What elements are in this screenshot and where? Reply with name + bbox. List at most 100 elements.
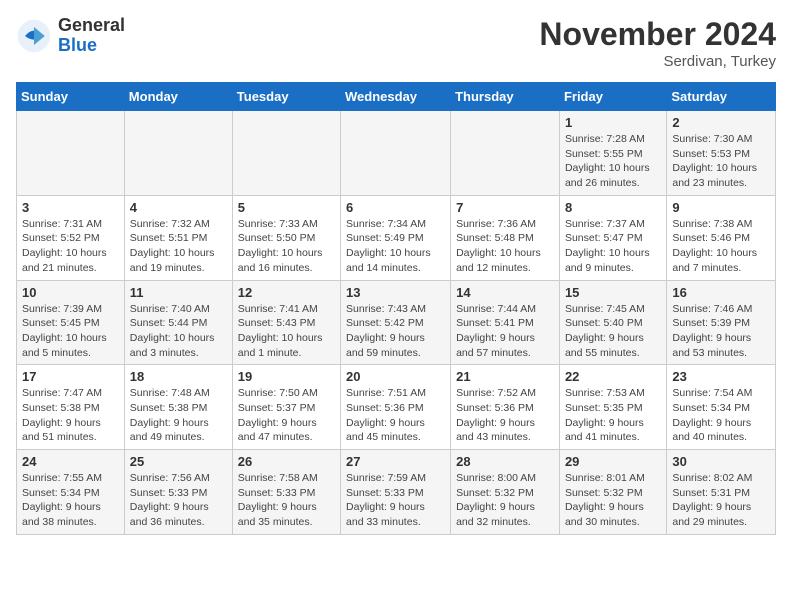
page-header: General Blue November 2024 Serdivan, Tur… [16, 16, 776, 70]
calendar-cell: 13 Sunrise: 7:43 AM Sunset: 5:42 PM Dayli… [341, 280, 451, 365]
calendar-cell: 29 Sunrise: 8:01 AM Sunset: 5:32 PM Dayli… [559, 450, 666, 535]
day-number: 16 [672, 285, 770, 300]
day-number: 26 [238, 454, 335, 469]
calendar-cell: 5 Sunrise: 7:33 AM Sunset: 5:50 PM Daylig… [232, 195, 340, 280]
calendar-cell: 11 Sunrise: 7:40 AM Sunset: 5:44 PM Dayli… [124, 280, 232, 365]
day-number: 23 [672, 369, 770, 384]
day-info: Sunrise: 7:39 AM Sunset: 5:45 PM Dayligh… [22, 302, 119, 361]
calendar-cell: 17Sunrise: 7:47 AM Sunset: 5:38 PM Dayli… [17, 365, 125, 450]
day-info: Sunrise: 8:01 AM Sunset: 5:32 PM Dayligh… [565, 471, 661, 530]
calendar-cell: 21 Sunrise: 7:52 AM Sunset: 5:36 PM Dayli… [451, 365, 560, 450]
logo-icon [16, 18, 52, 54]
day-number: 5 [238, 200, 335, 215]
day-number: 1 [565, 115, 661, 130]
day-number: 8 [565, 200, 661, 215]
calendar-week-row: 3 Sunrise: 7:31 AM Sunset: 5:52 PM Daylig… [17, 195, 776, 280]
day-number: 20 [346, 369, 445, 384]
calendar-table: SundayMondayTuesdayWednesdayThursdayFrid… [16, 82, 776, 535]
logo: General Blue [16, 16, 125, 56]
calendar-cell: 2Sunrise: 7:30 AM Sunset: 5:53 PM Daylig… [667, 111, 776, 196]
day-info: Sunrise: 7:34 AM Sunset: 5:49 PM Dayligh… [346, 217, 445, 276]
day-number: 19 [238, 369, 335, 384]
day-number: 15 [565, 285, 661, 300]
calendar-cell: 16 Sunrise: 7:46 AM Sunset: 5:39 PM Dayli… [667, 280, 776, 365]
day-info: Sunrise: 7:52 AM Sunset: 5:36 PM Dayligh… [456, 386, 554, 445]
calendar-cell: 10 Sunrise: 7:39 AM Sunset: 5:45 PM Dayli… [17, 280, 125, 365]
weekday-header-saturday: Saturday [667, 83, 776, 111]
day-info: Sunrise: 8:02 AM Sunset: 5:31 PM Dayligh… [672, 471, 770, 530]
day-info: Sunrise: 7:56 AM Sunset: 5:33 PM Dayligh… [130, 471, 227, 530]
weekday-header-tuesday: Tuesday [232, 83, 340, 111]
day-info: Sunrise: 8:00 AM Sunset: 5:32 PM Dayligh… [456, 471, 554, 530]
day-number: 7 [456, 200, 554, 215]
calendar-cell [232, 111, 340, 196]
calendar-cell: 23 Sunrise: 7:54 AM Sunset: 5:34 PM Dayli… [667, 365, 776, 450]
calendar-cell [341, 111, 451, 196]
calendar-cell: 27Sunrise: 7:59 AM Sunset: 5:33 PM Dayli… [341, 450, 451, 535]
day-number: 11 [130, 285, 227, 300]
location: Serdivan, Turkey [539, 53, 776, 70]
day-info: Sunrise: 7:43 AM Sunset: 5:42 PM Dayligh… [346, 302, 445, 361]
weekday-header-row: SundayMondayTuesdayWednesdayThursdayFrid… [17, 83, 776, 111]
weekday-header-friday: Friday [559, 83, 666, 111]
day-number: 12 [238, 285, 335, 300]
day-number: 28 [456, 454, 554, 469]
day-info: Sunrise: 7:33 AM Sunset: 5:50 PM Dayligh… [238, 217, 335, 276]
month-title: November 2024 [539, 16, 776, 53]
day-info: Sunrise: 7:36 AM Sunset: 5:48 PM Dayligh… [456, 217, 554, 276]
calendar-week-row: 17Sunrise: 7:47 AM Sunset: 5:38 PM Dayli… [17, 365, 776, 450]
day-info: Sunrise: 7:55 AM Sunset: 5:34 PM Dayligh… [22, 471, 119, 530]
day-number: 24 [22, 454, 119, 469]
day-number: 22 [565, 369, 661, 384]
day-number: 21 [456, 369, 554, 384]
weekday-header-sunday: Sunday [17, 83, 125, 111]
day-info: Sunrise: 7:50 AM Sunset: 5:37 PM Dayligh… [238, 386, 335, 445]
day-info: Sunrise: 7:46 AM Sunset: 5:39 PM Dayligh… [672, 302, 770, 361]
calendar-cell: 1 Sunrise: 7:28 AM Sunset: 5:55 PM Daylig… [559, 111, 666, 196]
day-info: Sunrise: 7:41 AM Sunset: 5:43 PM Dayligh… [238, 302, 335, 361]
day-number: 9 [672, 200, 770, 215]
calendar-cell: 18Sunrise: 7:48 AM Sunset: 5:38 PM Dayli… [124, 365, 232, 450]
calendar-cell: 19 Sunrise: 7:50 AM Sunset: 5:37 PM Dayli… [232, 365, 340, 450]
day-number: 25 [130, 454, 227, 469]
day-info: Sunrise: 7:31 AM Sunset: 5:52 PM Dayligh… [22, 217, 119, 276]
calendar-cell [124, 111, 232, 196]
day-number: 18 [130, 369, 227, 384]
title-block: November 2024 Serdivan, Turkey [539, 16, 776, 70]
calendar-cell [17, 111, 125, 196]
calendar-cell: 30 Sunrise: 8:02 AM Sunset: 5:31 PM Dayli… [667, 450, 776, 535]
calendar-cell: 20 Sunrise: 7:51 AM Sunset: 5:36 PM Dayli… [341, 365, 451, 450]
day-info: Sunrise: 7:51 AM Sunset: 5:36 PM Dayligh… [346, 386, 445, 445]
calendar-cell: 24 Sunrise: 7:55 AM Sunset: 5:34 PM Dayli… [17, 450, 125, 535]
calendar-week-row: 10 Sunrise: 7:39 AM Sunset: 5:45 PM Dayli… [17, 280, 776, 365]
calendar-cell: 15 Sunrise: 7:45 AM Sunset: 5:40 PM Dayli… [559, 280, 666, 365]
day-number: 13 [346, 285, 445, 300]
day-info: Sunrise: 7:32 AM Sunset: 5:51 PM Dayligh… [130, 217, 227, 276]
calendar-week-row: 24 Sunrise: 7:55 AM Sunset: 5:34 PM Dayli… [17, 450, 776, 535]
day-number: 10 [22, 285, 119, 300]
calendar-cell: 28 Sunrise: 8:00 AM Sunset: 5:32 PM Dayli… [451, 450, 560, 535]
calendar-cell [451, 111, 560, 196]
weekday-header-wednesday: Wednesday [341, 83, 451, 111]
day-number: 3 [22, 200, 119, 215]
day-info: Sunrise: 7:40 AM Sunset: 5:44 PM Dayligh… [130, 302, 227, 361]
day-number: 30 [672, 454, 770, 469]
day-info: Sunrise: 7:58 AM Sunset: 5:33 PM Dayligh… [238, 471, 335, 530]
day-info: Sunrise: 7:47 AM Sunset: 5:38 PM Dayligh… [22, 386, 119, 445]
calendar-cell: 22Sunrise: 7:53 AM Sunset: 5:35 PM Dayli… [559, 365, 666, 450]
day-info: Sunrise: 7:37 AM Sunset: 5:47 PM Dayligh… [565, 217, 661, 276]
day-info: Sunrise: 7:28 AM Sunset: 5:55 PM Dayligh… [565, 132, 661, 191]
logo-text: General Blue [58, 16, 125, 56]
day-info: Sunrise: 7:38 AM Sunset: 5:46 PM Dayligh… [672, 217, 770, 276]
calendar-cell: 12 Sunrise: 7:41 AM Sunset: 5:43 PM Dayli… [232, 280, 340, 365]
day-info: Sunrise: 7:54 AM Sunset: 5:34 PM Dayligh… [672, 386, 770, 445]
day-number: 4 [130, 200, 227, 215]
day-number: 14 [456, 285, 554, 300]
calendar-cell: 3 Sunrise: 7:31 AM Sunset: 5:52 PM Daylig… [17, 195, 125, 280]
weekday-header-thursday: Thursday [451, 83, 560, 111]
calendar-cell: 26 Sunrise: 7:58 AM Sunset: 5:33 PM Dayli… [232, 450, 340, 535]
day-info: Sunrise: 7:45 AM Sunset: 5:40 PM Dayligh… [565, 302, 661, 361]
day-number: 27 [346, 454, 445, 469]
day-number: 29 [565, 454, 661, 469]
calendar-cell: 6Sunrise: 7:34 AM Sunset: 5:49 PM Daylig… [341, 195, 451, 280]
